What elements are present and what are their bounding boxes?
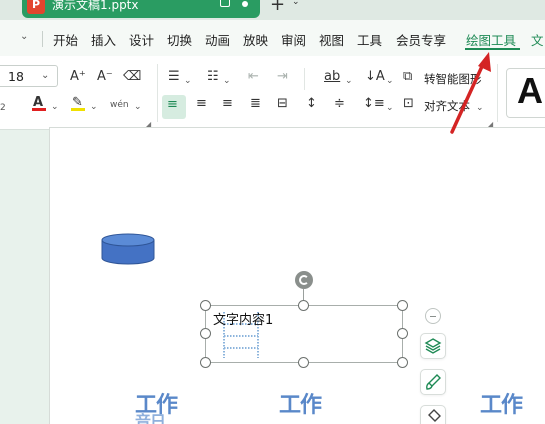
menu-tab-view[interactable]: 视图 — [319, 30, 344, 49]
brush-icon — [426, 374, 441, 390]
resize-handle-bottom[interactable] — [298, 357, 309, 368]
text-align-icon: ⊡ — [403, 96, 414, 111]
monitor-icon[interactable] — [220, 0, 230, 7]
increase-indent-icon[interactable]: ⇥ — [277, 68, 288, 86]
chevron-down-icon[interactable]: ⌄ — [292, 0, 300, 7]
resize-handle-bottom-right[interactable] — [397, 357, 408, 368]
smartart-icon: ⧉ — [403, 69, 413, 84]
title-bar: P 演示文稿1.pptx + ⌄ — [0, 0, 545, 20]
wordart-text[interactable]: 工作 — [480, 395, 523, 417]
quick-access-chevron-icon[interactable]: ⌄ — [20, 31, 28, 42]
align-left-icon: ≡ — [167, 97, 178, 112]
decrease-indent-icon[interactable]: ⇤ — [248, 68, 259, 86]
resize-handle-right[interactable] — [397, 328, 408, 339]
annotation-arrow-icon — [450, 52, 491, 134]
wordart-text[interactable]: 工作 — [279, 395, 322, 417]
unsaved-dot-icon — [242, 1, 248, 7]
chevron-down-icon[interactable]: ⌄ — [184, 72, 192, 90]
document-tab[interactable]: P 演示文稿1.pptx — [22, 0, 260, 18]
menu-tab-review[interactable]: 审阅 — [281, 30, 306, 49]
text-style-preview[interactable]: A — [506, 68, 545, 118]
menu-tab-drawing-tools[interactable]: 绘图工具 — [466, 30, 516, 49]
align-left-button[interactable]: ≡ — [162, 95, 186, 119]
menu-tab-insert[interactable]: 插入 — [91, 30, 116, 49]
rotate-handle[interactable] — [295, 271, 313, 289]
layers-button[interactable] — [420, 333, 446, 359]
chevron-down-icon[interactable]: ⌄ — [134, 98, 142, 116]
textbox-content[interactable]: 文字内容1 — [213, 309, 273, 328]
bullet-list-icon[interactable]: ☰ — [168, 68, 180, 86]
font-color-swatch — [32, 108, 46, 111]
spacing-options-icon[interactable]: ↕≡ — [363, 95, 385, 113]
resize-handle-left[interactable] — [200, 328, 211, 339]
style-brush-button[interactable] — [420, 369, 446, 395]
distributed-align-icon[interactable]: ⊟ — [277, 95, 288, 113]
font-shrink-button[interactable]: A⁻ — [97, 68, 113, 86]
align-center-icon[interactable]: ≡ — [196, 95, 207, 113]
new-tab-button[interactable]: + — [270, 0, 285, 15]
menu-tab-member[interactable]: 会员专享 — [396, 30, 446, 49]
chevron-down-icon[interactable]: ⌄ — [90, 98, 98, 116]
justify-icon[interactable]: ≣ — [250, 95, 261, 113]
paragraph-spacing-icon[interactable]: ≑ — [334, 95, 345, 113]
fill-bucket-icon — [428, 409, 441, 422]
ribbon-divider — [157, 64, 158, 122]
resize-handle-top-left[interactable] — [200, 300, 211, 311]
resize-handle-top[interactable] — [298, 300, 309, 311]
menu-tab-transition[interactable]: 切换 — [167, 30, 192, 49]
menu-divider — [42, 31, 43, 47]
chevron-down-icon[interactable]: ⌄ — [345, 72, 353, 90]
collapse-toolbar-button[interactable] — [425, 308, 441, 324]
cylinder-shape[interactable] — [101, 233, 155, 265]
chevron-down-icon[interactable]: ⌄ — [386, 72, 394, 90]
phonetic-guide-button[interactable]: wén — [110, 96, 129, 114]
resize-handle-top-right[interactable] — [397, 300, 408, 311]
chevron-down-icon[interactable]: ⌄ — [386, 99, 394, 117]
menu-tab-tools[interactable]: 工具 — [357, 30, 382, 49]
numbered-list-icon[interactable]: ☷ — [207, 68, 219, 86]
line-spacing-icon[interactable]: ↕ — [306, 95, 317, 113]
chevron-down-icon[interactable]: ⌄ — [51, 98, 59, 116]
menu-tab-animation[interactable]: 动画 — [205, 30, 230, 49]
wordart-text-reflection: 音日 — [135, 412, 166, 424]
text-style-preview-letter: A — [517, 70, 543, 111]
font-size-value: 18 — [8, 69, 24, 84]
ribbon-divider — [304, 68, 305, 90]
menu-tab-design[interactable]: 设计 — [129, 30, 154, 49]
resize-handle-bottom-left[interactable] — [200, 357, 211, 368]
superscript-hint: 2 — [0, 103, 6, 113]
text-direction-button[interactable]: ab — [324, 68, 340, 86]
ppt-file-icon: P — [27, 0, 45, 14]
menu-tab-text-tools[interactable]: 文 — [531, 30, 544, 49]
font-grow-button[interactable]: A⁺ — [70, 68, 86, 86]
fill-button[interactable] — [420, 405, 446, 424]
document-name: 演示文稿1.pptx — [52, 0, 139, 12]
menu-tab-slideshow[interactable]: 放映 — [243, 30, 268, 49]
highlight-color-swatch — [71, 108, 85, 111]
layers-icon — [424, 338, 442, 354]
clear-format-button[interactable]: ⌫ — [123, 68, 141, 86]
menu-tab-home[interactable]: 开始 — [53, 30, 78, 49]
font-size-select[interactable]: 18 ⌄ — [0, 65, 58, 87]
sort-icon[interactable]: ↓A — [365, 68, 385, 86]
align-right-icon[interactable]: ≡ — [222, 95, 233, 113]
chevron-down-icon[interactable]: ⌄ — [223, 72, 231, 90]
chevron-down-icon: ⌄ — [41, 70, 50, 81]
